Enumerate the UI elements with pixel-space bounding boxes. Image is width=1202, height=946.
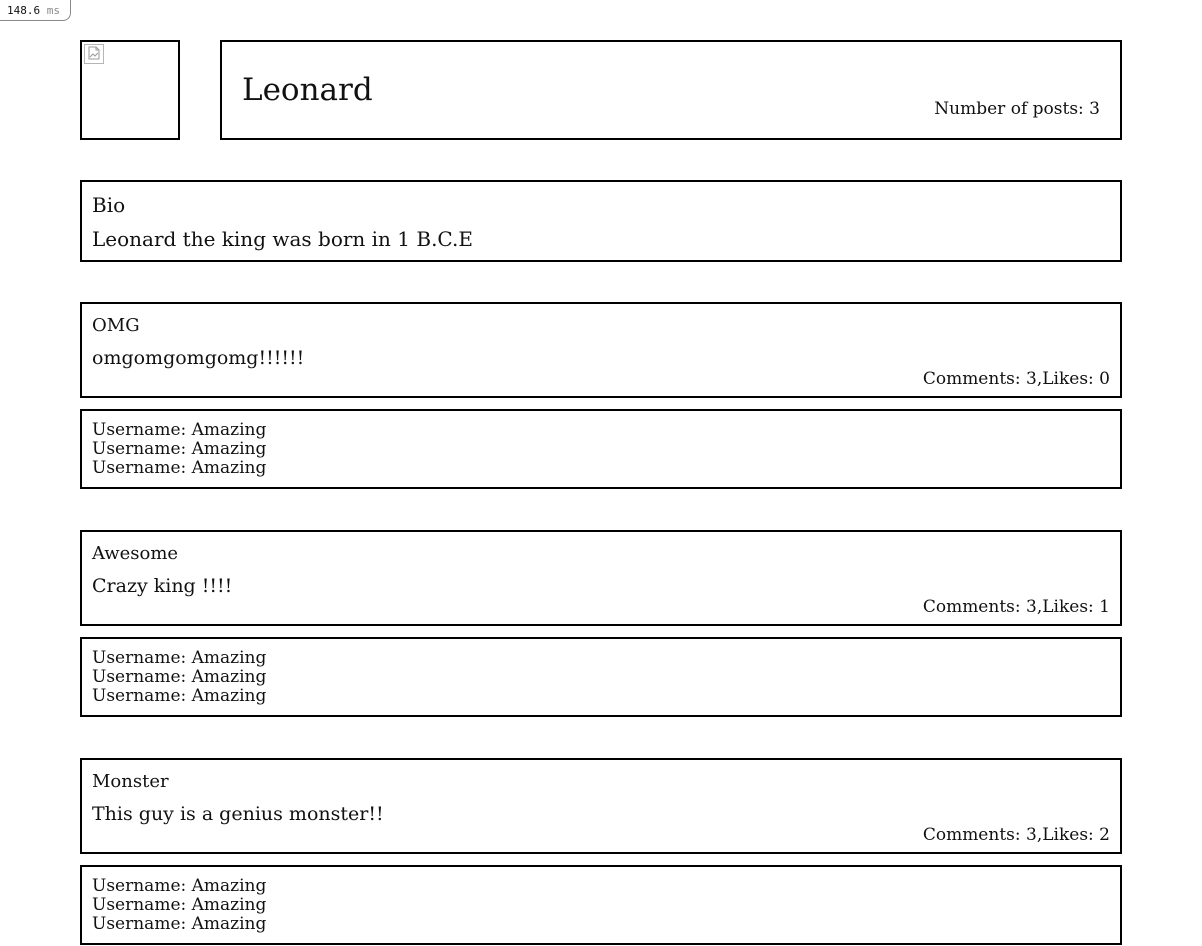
post-comments: Username: Amazing Username: Amazing User…	[80, 409, 1122, 489]
bio-title: Bio	[92, 193, 126, 217]
post-body: This guy is a genius monster!!	[92, 803, 384, 825]
render-time-badge: 148.6 ms	[0, 0, 71, 21]
comment-item: Username: Amazing	[92, 458, 267, 478]
comment-list: Username: Amazing Username: Amazing User…	[92, 421, 266, 478]
post-stats: Comments: 3,Likes: 2	[922, 825, 1110, 845]
post-card: Awesome Crazy king !!!! Comments: 3,Like…	[80, 530, 1122, 626]
post-body: omgomgomgomg!!!!!!	[92, 347, 305, 369]
post-count: Number of posts: 3	[934, 99, 1100, 119]
comment-item: Username: Amazing	[92, 667, 267, 687]
comment-item: Username: Amazing	[92, 420, 267, 440]
post-title: OMG	[92, 315, 140, 336]
post-stats: Comments: 3,Likes: 1	[922, 597, 1110, 617]
comment-list: Username: Amazing Username: Amazing User…	[92, 877, 266, 934]
comment-item: Username: Amazing	[92, 686, 267, 706]
post-title: Monster	[92, 771, 169, 792]
bio-text: Leonard the king was born in 1 B.C.E	[92, 227, 473, 251]
profile-username: Leonard	[242, 72, 373, 108]
comment-item: Username: Amazing	[92, 895, 267, 915]
render-time-unit: ms	[46, 4, 60, 17]
profile-avatar	[80, 40, 180, 140]
broken-image-icon	[84, 44, 104, 64]
post-body: Crazy king !!!!	[92, 575, 233, 597]
comment-item: Username: Amazing	[92, 876, 267, 896]
post-comments: Username: Amazing Username: Amazing User…	[80, 637, 1122, 717]
comment-list: Username: Amazing Username: Amazing User…	[92, 649, 266, 706]
bio-section: Bio Leonard the king was born in 1 B.C.E	[80, 180, 1122, 262]
post-stats: Comments: 3,Likes: 0	[922, 369, 1110, 389]
post-card: OMG omgomgomgomg!!!!!! Comments: 3,Likes…	[80, 302, 1122, 398]
post-title: Awesome	[92, 543, 179, 564]
post-card: Monster This guy is a genius monster!! C…	[80, 758, 1122, 854]
profile-header: Leonard Number of posts: 3	[220, 40, 1122, 140]
render-time-value: 148.6	[7, 4, 41, 17]
post-comments: Username: Amazing Username: Amazing User…	[80, 865, 1122, 945]
comment-item: Username: Amazing	[92, 914, 267, 934]
comment-item: Username: Amazing	[92, 439, 267, 459]
comment-item: Username: Amazing	[92, 648, 267, 668]
